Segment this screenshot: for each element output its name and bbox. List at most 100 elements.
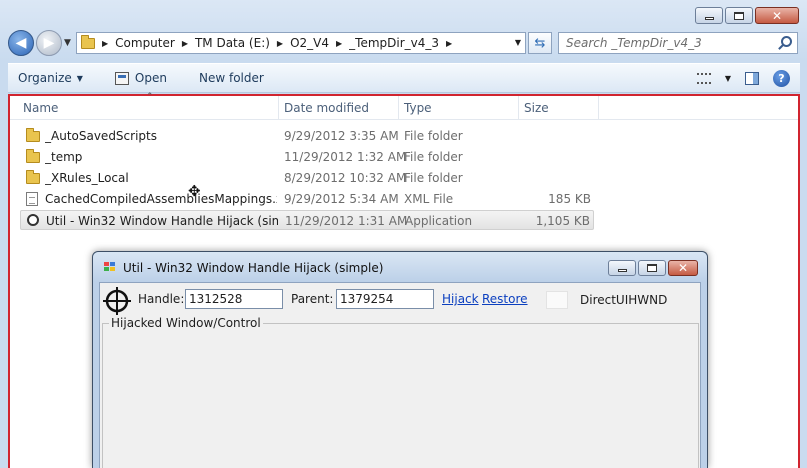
- column-header-size[interactable]: Size: [524, 101, 549, 115]
- file-name: _AutoSavedScripts: [45, 129, 157, 143]
- column-header-name[interactable]: Name: [23, 101, 58, 115]
- folder-icon: [81, 34, 95, 49]
- organize-button[interactable]: Organize ▼: [8, 71, 93, 85]
- open-icon: [114, 71, 129, 85]
- hijack-utility-window: Util - Win32 Window Handle Hijack (simpl…: [92, 251, 708, 468]
- file-date: 11/29/2012 1:31 AM: [285, 214, 408, 228]
- file-date: 9/29/2012 3:35 AM: [284, 129, 399, 143]
- file-size: 185 KB: [548, 192, 591, 206]
- refresh-icon: ⇆: [534, 35, 546, 51]
- hijack-window-controls: ✕: [608, 260, 698, 276]
- app-window-icon: [104, 262, 116, 272]
- parent-input[interactable]: [336, 289, 434, 309]
- folder-icon: [26, 149, 40, 163]
- column-divider[interactable]: [278, 96, 279, 120]
- breadcrumb-separator-icon[interactable]: ▶: [102, 39, 108, 48]
- breadcrumb-separator-icon[interactable]: ▶: [446, 39, 452, 48]
- application-icon: [27, 214, 39, 226]
- file-name: _temp: [45, 150, 83, 164]
- file-row[interactable]: _temp 11/29/2012 1:32 AM File folder: [20, 147, 594, 167]
- search-placeholder: Search _TempDir_v4_3: [566, 36, 702, 50]
- close-button[interactable]: ✕: [755, 7, 799, 24]
- file-date: 11/29/2012 1:32 AM: [284, 150, 407, 164]
- address-bar[interactable]: ▶ Computer ▶ TM Data (E:) ▶ O2_V4 ▶ _Tem…: [76, 32, 526, 54]
- breadcrumb-computer[interactable]: Computer: [115, 36, 175, 50]
- file-name: _XRules_Local: [45, 171, 129, 185]
- breadcrumb-tempdir[interactable]: _TempDir_v4_3: [349, 36, 439, 50]
- breadcrumb-drive[interactable]: TM Data (E:): [195, 36, 270, 50]
- close-icon: ✕: [677, 261, 689, 275]
- handle-input[interactable]: [185, 289, 283, 309]
- file-row[interactable]: CachedCompiledAssembliesMappings.xml 9/2…: [20, 189, 594, 209]
- window-preview-box: [546, 291, 568, 309]
- maximize-icon: [734, 11, 744, 20]
- explorer-window-controls: ✕: [695, 7, 799, 24]
- forward-button[interactable]: ▶: [36, 30, 62, 56]
- recent-pages-dropdown[interactable]: ▼: [64, 38, 71, 48]
- close-icon: ✕: [771, 8, 783, 23]
- maximize-icon: [647, 264, 657, 272]
- file-date: 9/29/2012 5:34 AM: [284, 192, 399, 206]
- address-dropdown-icon[interactable]: ▼: [515, 38, 521, 47]
- file-row[interactable]: _AutoSavedScripts 9/29/2012 3:35 AM File…: [20, 126, 594, 146]
- file-type: XML File: [404, 192, 454, 206]
- column-divider[interactable]: [598, 96, 599, 120]
- hijack-window-titlebar[interactable]: Util - Win32 Window Handle Hijack (simpl…: [93, 252, 707, 282]
- change-view-button[interactable]: ▼: [696, 72, 731, 84]
- refresh-button[interactable]: ⇆: [528, 32, 552, 54]
- column-divider[interactable]: [518, 96, 519, 120]
- xml-file-icon: [26, 192, 38, 206]
- file-name: CachedCompiledAssembliesMappings.xml: [45, 192, 277, 206]
- maximize-button[interactable]: [725, 7, 753, 24]
- file-type: Application: [405, 214, 473, 228]
- file-type: File folder: [404, 171, 463, 185]
- hijack-link[interactable]: Hijack: [442, 292, 479, 306]
- views-icon: [696, 72, 711, 84]
- column-header-date-modified[interactable]: Date modified: [284, 101, 369, 115]
- back-arrow-icon: ◀: [15, 35, 27, 51]
- file-row[interactable]: _XRules_Local 8/29/2012 10:32 AM File fo…: [20, 168, 594, 188]
- column-divider[interactable]: [398, 96, 399, 120]
- command-toolbar: Organize ▼ Open New folder ▼ ?: [8, 63, 800, 93]
- help-icon[interactable]: ?: [773, 69, 790, 87]
- file-type: File folder: [404, 150, 463, 164]
- window-class-label: DirectUIHWND: [580, 293, 668, 307]
- file-name: Util - Win32 Window Handle Hijack (sim..…: [46, 214, 278, 228]
- groupbox-title: Hijacked Window/Control: [109, 316, 263, 330]
- minimize-button[interactable]: [608, 260, 636, 276]
- maximize-button[interactable]: [638, 260, 666, 276]
- chevron-down-icon: ▼: [76, 73, 83, 83]
- breadcrumb-o2v4[interactable]: O2_V4: [290, 36, 329, 50]
- chevron-down-icon: ▼: [64, 38, 71, 48]
- preview-pane-icon[interactable]: [745, 71, 759, 85]
- file-type: File folder: [404, 129, 463, 143]
- minimize-icon: [617, 269, 627, 272]
- breadcrumb-separator-icon[interactable]: ▶: [336, 39, 342, 48]
- toolbar-right-group: ▼ ?: [696, 69, 800, 87]
- minimize-button[interactable]: [695, 7, 723, 24]
- new-folder-label: New folder: [198, 71, 264, 85]
- column-header-type[interactable]: Type: [404, 101, 432, 115]
- breadcrumb-separator-icon[interactable]: ▶: [182, 39, 188, 48]
- search-icon[interactable]: [781, 36, 792, 47]
- organize-label: Organize: [18, 71, 72, 85]
- forward-arrow-icon: ▶: [43, 35, 55, 51]
- restore-link[interactable]: Restore: [482, 292, 528, 306]
- crosshair-icon[interactable]: [102, 286, 132, 316]
- minimize-icon: [704, 16, 714, 20]
- file-row-selected[interactable]: Util - Win32 Window Handle Hijack (sim..…: [20, 210, 594, 230]
- move-cursor-icon: ✥: [188, 182, 201, 200]
- back-button[interactable]: ◀: [8, 30, 34, 56]
- breadcrumb-separator-icon[interactable]: ▶: [277, 39, 283, 48]
- open-label: Open: [134, 71, 167, 85]
- open-button[interactable]: Open: [105, 71, 177, 85]
- chevron-down-icon: ▼: [724, 73, 731, 83]
- handle-label: Handle:: [138, 292, 185, 306]
- hijack-window-client: Handle: Parent: Hijack Restore DirectUIH…: [99, 282, 701, 468]
- file-date: 8/29/2012 10:32 AM: [284, 171, 407, 185]
- close-button[interactable]: ✕: [668, 260, 698, 276]
- new-folder-button[interactable]: New folder: [189, 71, 274, 85]
- search-input[interactable]: Search _TempDir_v4_3: [558, 32, 798, 54]
- folder-icon: [26, 170, 40, 184]
- column-headers: ⌃ Name Date modified Type Size: [10, 92, 798, 120]
